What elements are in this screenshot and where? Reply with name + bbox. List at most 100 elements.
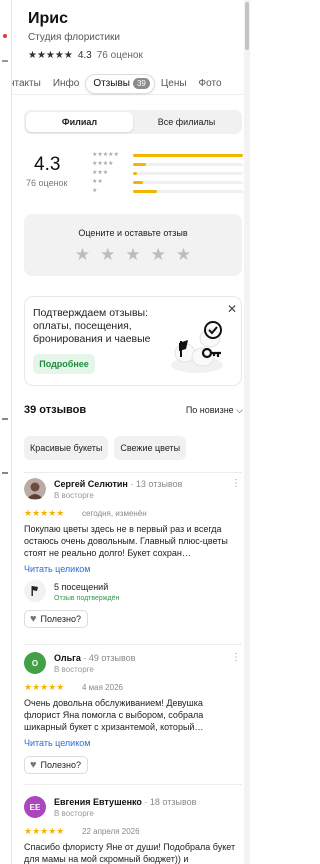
useful-button[interactable]: ♥ Полезно?	[24, 756, 88, 774]
branch-button[interactable]: Филиал	[26, 112, 133, 132]
distribution-stars: ★	[92, 188, 98, 194]
distribution-stars: ★★★★★	[92, 152, 119, 158]
reviewer-review-count: · 18 отзывов	[144, 797, 197, 807]
distribution-row: ★★★	[92, 169, 244, 177]
reviewer-name[interactable]: Евгения Евтушенко · 18 отзывов	[54, 797, 196, 807]
read-more-link[interactable]: Читать целиком	[24, 738, 90, 748]
distribution-row: ★	[92, 187, 244, 195]
more-icon[interactable]: ⋮	[231, 652, 242, 663]
rate-star-3[interactable]: ★	[125, 246, 140, 264]
tab-prices[interactable]: Цены	[155, 78, 193, 89]
reviews-badge: 39	[132, 78, 150, 89]
reviewer-name-text: Евгения Евтушенко	[54, 797, 142, 807]
flag-icon	[24, 580, 46, 602]
tab-photos[interactable]: Фото	[193, 78, 228, 89]
verification-promo: Подтверждаем отзывы: оплаты, посещения, …	[24, 296, 242, 386]
rate-star-4[interactable]: ★	[151, 246, 166, 264]
review-date: 22 апреля 2026	[82, 827, 140, 836]
distribution-bar-fill	[133, 171, 138, 175]
tag-beautiful-bouquets[interactable]: Красивые букеты	[24, 436, 109, 460]
scrollbar-thumb[interactable]	[245, 2, 249, 50]
read-more-link[interactable]: Читать целиком	[24, 564, 90, 574]
useful-label: Полезно?	[40, 760, 81, 770]
summary-rating: 4.3	[34, 154, 61, 175]
distribution-row: ★★★★★	[92, 151, 244, 159]
map-tick	[2, 60, 8, 62]
place-category: Студия флористики	[28, 32, 120, 43]
distribution-bar	[133, 180, 243, 184]
verification-illustration-icon	[171, 321, 223, 373]
reviewer-name-text: Ольга	[54, 653, 81, 663]
visits-count: 5 посещений	[54, 582, 109, 592]
branch-toggle: Филиал Все филиалы	[24, 110, 242, 134]
rate-star-1[interactable]: ★	[75, 246, 90, 264]
reviewer-review-count: · 49 отзывов	[83, 653, 136, 663]
distribution-stars: ★★★	[92, 170, 109, 176]
place-rating[interactable]: ★★★★★ 4.3 76 оценок	[28, 49, 250, 61]
rate-prompt-title: Оцените и оставьте отзыв	[78, 228, 188, 238]
rating-stars: ★★★★★	[28, 49, 73, 61]
review-date: 4 мая 2026	[82, 683, 123, 692]
avatar[interactable]: ЕЕ	[24, 796, 46, 818]
scrollbar[interactable]	[244, 0, 250, 864]
avatar[interactable]: О	[24, 652, 46, 674]
promo-more-button[interactable]: Подробнее	[33, 354, 95, 374]
reviewer-name-text: Сергей Селютин	[54, 479, 128, 489]
review-card: ЕЕ Евгения Евтушенко · 18 отзывов В вост…	[24, 796, 242, 864]
avatar[interactable]	[24, 478, 46, 500]
review-tags: Красивые букеты Свежие цветы	[24, 436, 187, 460]
reviews-header: 39 отзывов По новизне ⌵	[24, 404, 243, 420]
place-header: Ирис Студия флористики ★★★★★ 4.3 76 оцен…	[12, 0, 250, 61]
review-stars: ★★★★★	[24, 508, 65, 518]
map-edge	[0, 0, 12, 864]
distribution-stars: ★★	[92, 179, 103, 185]
distribution-bar-fill	[133, 189, 158, 193]
reviewer-status: В восторге	[54, 491, 94, 500]
review-card: Сергей Селютин · 13 отзывов В восторге ⋮…	[24, 478, 242, 628]
review-text: Покупаю цветы здесь не в первый раз и вс…	[24, 524, 228, 558]
rate-star-5[interactable]: ★	[176, 246, 191, 264]
more-icon[interactable]: ⋮	[231, 478, 242, 489]
review-stars: ★★★★★	[24, 826, 65, 836]
review-text: Очень довольна обслуживанием! Девушка фл…	[24, 698, 204, 732]
divider	[24, 472, 242, 473]
all-branches-button[interactable]: Все филиалы	[133, 112, 240, 132]
map-marker	[3, 34, 7, 38]
distribution-bar-fill	[133, 180, 143, 184]
reviews-total: 39 отзывов	[24, 404, 87, 416]
tab-contacts[interactable]: нтакты	[12, 78, 47, 89]
heart-icon: ♥	[30, 612, 37, 625]
review-stars: ★★★★★	[24, 682, 65, 692]
distribution-row: ★★	[92, 178, 244, 186]
distribution-bar	[133, 171, 243, 175]
review-card: О Ольга · 49 отзывов В восторге ⋮ ★★★★★ …	[24, 652, 242, 782]
map-tick	[2, 472, 8, 474]
tab-reviews-label: Отзывы	[93, 78, 130, 89]
tag-fresh-flowers[interactable]: Свежие цветы	[114, 436, 187, 460]
reviewer-review-count: · 13 отзывов	[130, 479, 183, 489]
review-text: Спасибо флористу Яне от души! Подобрала …	[24, 842, 236, 864]
useful-button[interactable]: ♥ Полезно?	[24, 610, 88, 628]
rate-star-2[interactable]: ★	[100, 246, 115, 264]
rating-count: 76 оценок	[96, 49, 143, 61]
rating-value: 4.3	[77, 49, 92, 61]
tab-info[interactable]: Инфо	[47, 78, 86, 89]
verified-label: Отзыв подтверждён	[54, 595, 120, 602]
tab-bar: нтакты Инфо Отзывы 39 Цены Фото	[12, 73, 244, 95]
tab-reviews[interactable]: Отзывы 39	[85, 73, 155, 94]
reviewer-status: В восторге	[54, 665, 94, 674]
place-panel: Ирис Студия флористики ★★★★★ 4.3 76 оцен…	[12, 0, 250, 864]
reviewer-name[interactable]: Ольга · 49 отзывов	[54, 653, 135, 663]
rate-stars: ★ ★ ★ ★ ★	[24, 246, 242, 264]
map-tick	[2, 418, 8, 420]
sort-dropdown[interactable]: По новизне ⌵	[186, 405, 243, 416]
distribution-bar	[133, 153, 243, 157]
distribution-bar-fill	[133, 162, 147, 166]
distribution-stars: ★★★★	[92, 161, 114, 167]
distribution-bar-fill	[133, 153, 243, 157]
distribution-bar	[133, 189, 243, 193]
reviewer-status: В восторге	[54, 809, 94, 818]
heart-icon: ♥	[30, 758, 37, 771]
reviewer-name[interactable]: Сергей Селютин · 13 отзывов	[54, 479, 182, 489]
divider	[24, 784, 242, 785]
